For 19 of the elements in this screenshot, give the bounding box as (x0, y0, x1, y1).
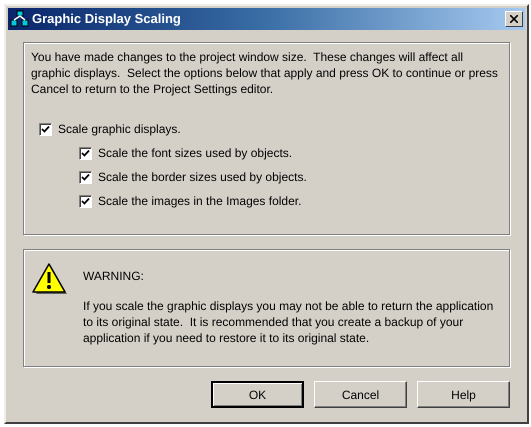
dialog-button[interactable]: OK (211, 381, 304, 408)
warning-text: If you scale the graphic displays you may not be able to return the application to its original state. It is recommended that you create a backup of your application if you need to restore it to its original state. (83, 298, 494, 346)
close-icon (510, 15, 518, 23)
checkbox[interactable] (79, 194, 92, 208)
close-button[interactable] (505, 11, 523, 27)
checkbox-label[interactable]: Scale the font sizes used by objects. (98, 145, 292, 161)
checkbox-label[interactable]: Scale the images in the Images folder. (98, 193, 302, 209)
checkbox[interactable] (39, 122, 52, 136)
checkbox[interactable] (79, 170, 92, 184)
app-icon (10, 10, 30, 28)
dialog-button[interactable]: Help (417, 381, 510, 408)
window-title: Graphic Display Scaling (32, 10, 181, 28)
checkbox-label[interactable]: Scale the border sizes used by objects. (98, 169, 307, 185)
dialog-button[interactable]: Cancel (314, 381, 407, 408)
warning-icon (32, 262, 68, 296)
checkbox-label[interactable]: Scale graphic displays. (58, 121, 181, 137)
warning-heading: WARNING: (83, 268, 145, 284)
checkbox[interactable] (79, 146, 92, 160)
intro-text: You have made changes to the project window size. These changes will affect all graphic displays. Select the options below that apply and press OK to continue or press Cancel to return to the Project Settings editor. (31, 49, 499, 97)
